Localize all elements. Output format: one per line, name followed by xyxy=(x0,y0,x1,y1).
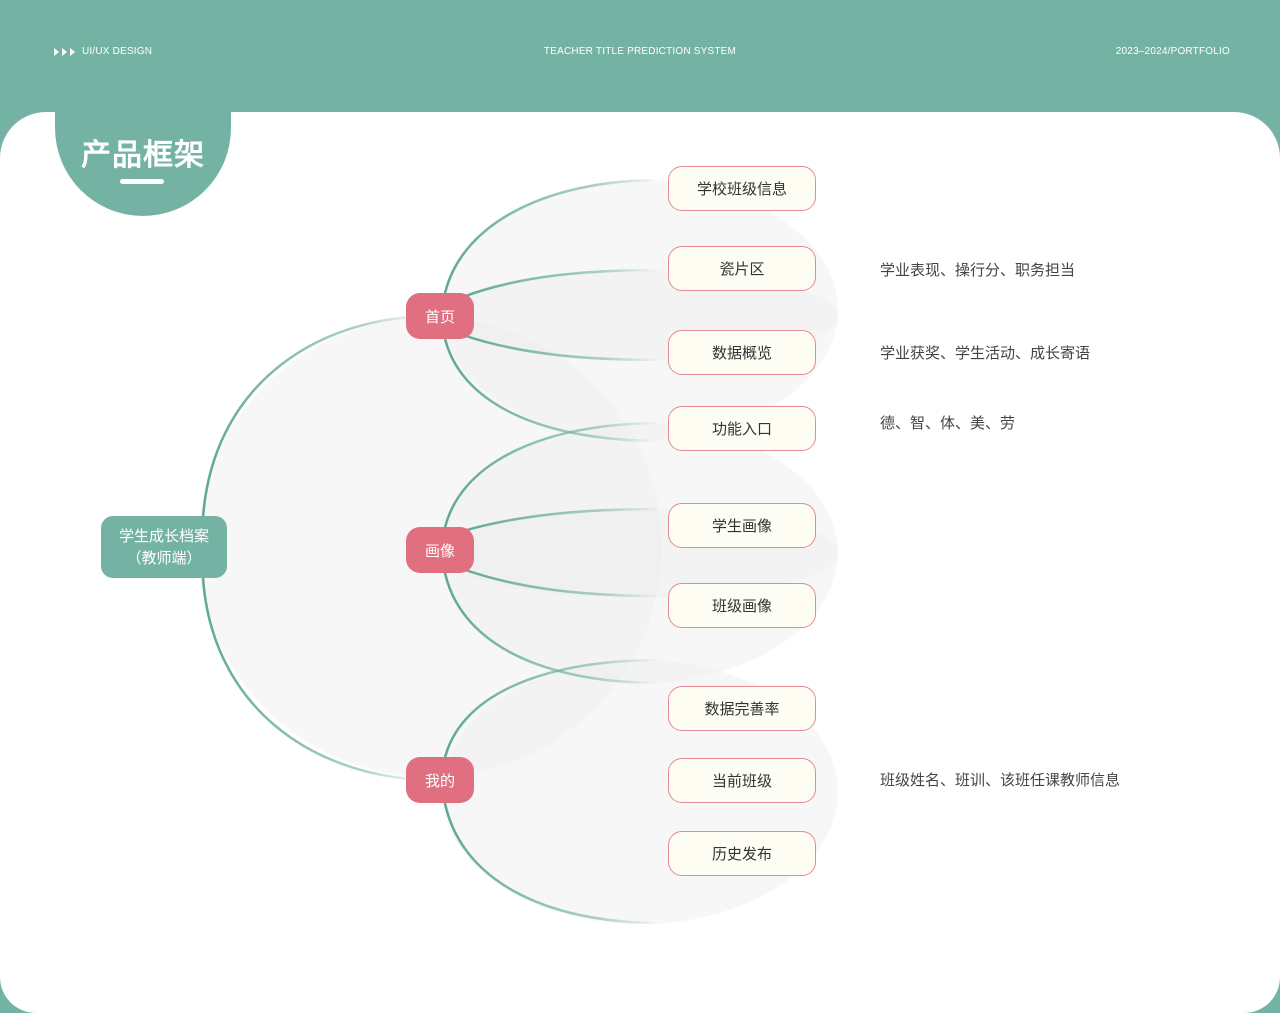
leaf-publish-history: 历史发布 xyxy=(668,831,816,876)
branch-mine: 我的 xyxy=(406,757,474,803)
root-label-line1: 学生成长档案 xyxy=(118,527,209,545)
leaf-class-portrait: 班级画像 xyxy=(668,583,816,628)
branch-portrait: 画像 xyxy=(406,527,474,573)
branch-home: 首页 xyxy=(406,293,474,339)
root-node: 学生成长档案 （教师端） xyxy=(101,516,227,578)
leaf-function-entry: 功能入口 xyxy=(668,406,816,451)
note-function-entry: 德、智、体、美、劳 xyxy=(880,414,1016,432)
mindmap-connectors xyxy=(198,178,838,925)
root-label-line2: （教师端） xyxy=(126,549,202,567)
leaf-school-class-info: 学校班级信息 xyxy=(668,166,816,211)
bubble-backdrops xyxy=(198,180,838,924)
note-data-overview: 学业获奖、学生活动、成长寄语 xyxy=(880,344,1091,362)
leaf-student-portrait: 学生画像 xyxy=(668,503,816,548)
note-current-class: 班级姓名、班训、该班任课教师信息 xyxy=(880,771,1121,789)
leaf-data-overview: 数据概览 xyxy=(668,330,816,375)
leaf-data-completion-rate: 数据完善率 xyxy=(668,686,816,731)
note-tile-area: 学业表现、操行分、职务担当 xyxy=(880,261,1076,279)
leaf-tile-area: 瓷片区 xyxy=(668,246,816,291)
leaf-current-class: 当前班级 xyxy=(668,758,816,803)
